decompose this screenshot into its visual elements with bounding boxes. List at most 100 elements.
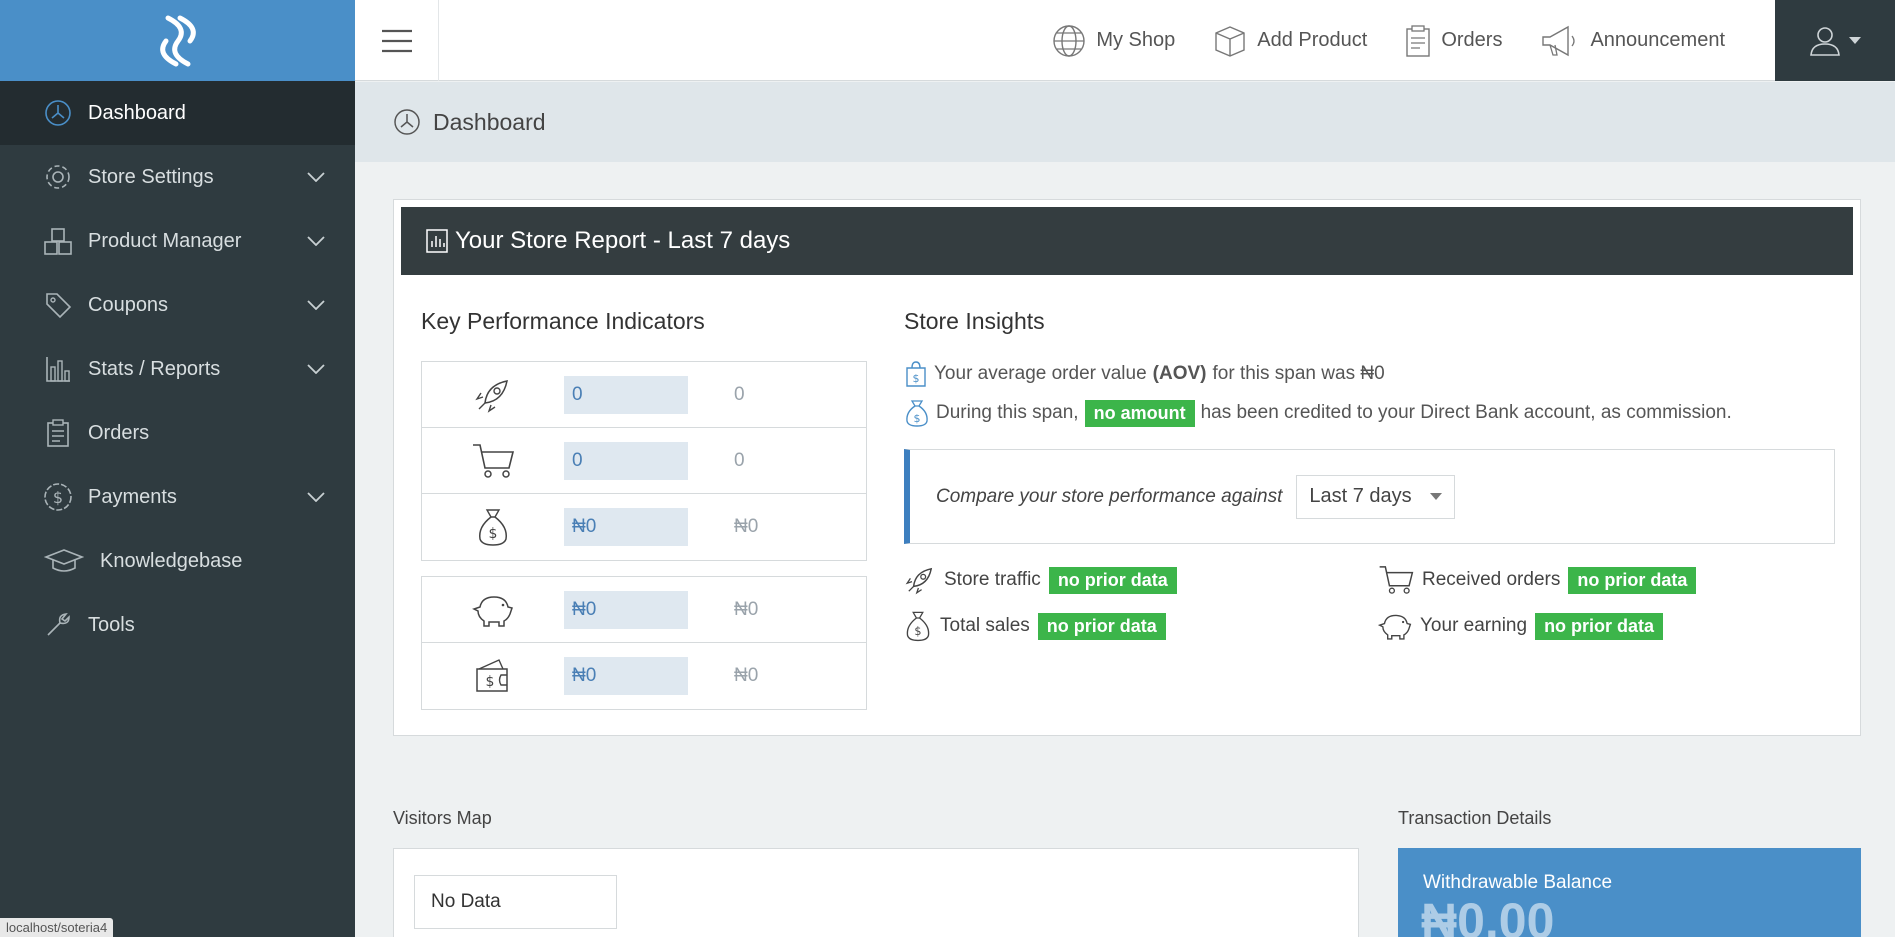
- report-icon: [426, 229, 448, 253]
- topbar: My Shop Add Product Orders Announcement: [355, 0, 1895, 81]
- add-product-link[interactable]: Add Product: [1213, 24, 1367, 58]
- sidebar-item-stats-reports[interactable]: Stats / Reports: [0, 337, 355, 401]
- piggy-bank-icon: [1378, 614, 1412, 640]
- kpi-previous-value: 0: [734, 449, 745, 471]
- compare-label: Compare your store performance against: [936, 485, 1283, 507]
- megaphone-icon: [1542, 25, 1576, 56]
- menu-toggle-button[interactable]: [355, 0, 439, 81]
- svg-text:$: $: [913, 372, 920, 385]
- globe-icon: [1053, 24, 1086, 57]
- cart-icon: [473, 443, 515, 478]
- sidebar-item-store-settings[interactable]: Store Settings: [0, 145, 355, 209]
- sidebar-item-label: Tools: [88, 613, 135, 636]
- stat-your-earning: Your earning no prior data: [1378, 610, 1664, 642]
- wallet-icon: $: [476, 659, 508, 692]
- visitors-map-title: Visitors Map: [393, 808, 492, 828]
- aov-line: $ Your average order value (AOV) for thi…: [904, 360, 1385, 388]
- svg-text:$: $: [53, 488, 63, 507]
- announcement-label: Announcement: [1590, 29, 1725, 51]
- orders-link[interactable]: Orders: [1405, 24, 1502, 58]
- kpi-row-wallet: $ ₦0 ₦0: [422, 643, 866, 709]
- kpi-row-orders: 0 0: [422, 428, 866, 494]
- stat-total-sales: $ Total sales no prior data: [904, 610, 1166, 642]
- aov-bold: (AOV): [1152, 363, 1207, 384]
- sidebar-item-label: Orders: [88, 421, 150, 444]
- stat-store-traffic: Store traffic no prior data: [904, 564, 1177, 596]
- sidebar-item-label: Payments: [88, 485, 177, 508]
- kpi-table-secondary: ₦0 ₦0 $ ₦0 ₦0: [421, 576, 867, 710]
- svg-text:$: $: [486, 674, 495, 690]
- svg-text:$: $: [489, 526, 498, 542]
- rocket-icon: [905, 567, 933, 595]
- bar-chart-icon: [42, 353, 74, 385]
- aov-prefix: Your average order value: [934, 363, 1147, 384]
- user-icon: [1810, 26, 1840, 56]
- announcement-link[interactable]: Announcement: [1540, 24, 1725, 58]
- breadcrumb: Dashboard: [355, 82, 1895, 162]
- sidebar-item-tools[interactable]: Tools: [0, 593, 355, 657]
- commission-line: $ During this span, no amount has been c…: [904, 398, 1732, 428]
- withdrawable-label: Withdrawable Balance: [1423, 872, 1613, 893]
- user-menu-button[interactable]: [1775, 0, 1895, 81]
- kpi-row-earning: ₦0 ₦0: [422, 577, 866, 643]
- kpi-title: Key Performance Indicators: [421, 308, 705, 334]
- logo-icon: [159, 15, 196, 66]
- tag-icon: [42, 289, 74, 321]
- stat-label: Your earning: [1420, 615, 1528, 636]
- sidebar-item-label: Knowledgebase: [100, 549, 243, 572]
- caret-down-icon: [1849, 36, 1861, 44]
- insights-title: Store Insights: [904, 308, 1045, 334]
- caret-down-icon: [1429, 492, 1442, 500]
- money-bag-icon: $: [906, 400, 928, 427]
- transaction-details-title: Transaction Details: [1398, 808, 1552, 828]
- sidebar-item-knowledgebase[interactable]: Knowledgebase: [0, 529, 355, 593]
- piggy-bank-icon: [472, 595, 513, 627]
- page-title: Dashboard: [433, 108, 546, 135]
- stat-received-orders: Received orders no prior data: [1378, 564, 1697, 596]
- store-report-panel: Your Store Report - Last 7 days Key Perf…: [393, 199, 1861, 736]
- orders-label: Orders: [1441, 29, 1503, 51]
- sidebar-item-orders[interactable]: Orders: [0, 401, 355, 465]
- kpi-previous-value: ₦0: [734, 665, 759, 686]
- kpi-current-value: ₦0: [564, 508, 688, 546]
- stat-label: Received orders: [1422, 569, 1561, 590]
- kpi-row-traffic: 0 0: [422, 362, 866, 428]
- aov-suffix: for this span was ₦0: [1212, 363, 1385, 384]
- kpi-current-value: ₦0: [564, 590, 688, 629]
- sidebar-item-label: Coupons: [88, 293, 169, 316]
- kpi-row-sales: $ ₦0 ₦0: [422, 494, 866, 560]
- graduation-cap-icon: [42, 545, 86, 577]
- stat-badge: no prior data: [1037, 612, 1166, 640]
- kpi-previous-value: ₦0: [734, 598, 759, 620]
- no-data-label: No Data: [414, 875, 617, 929]
- sidebar-item-dashboard[interactable]: Dashboard: [0, 81, 355, 145]
- chevron-down-icon: [307, 172, 325, 182]
- svg-text:$: $: [914, 412, 921, 425]
- chevron-down-icon: [307, 364, 325, 374]
- cart-icon: [1379, 566, 1414, 594]
- my-shop-link[interactable]: My Shop: [1052, 24, 1175, 58]
- brand-logo[interactable]: [0, 0, 355, 81]
- sidebar: Dashboard Store Settings Product Manager…: [0, 0, 355, 937]
- clipboard-icon: [1406, 24, 1431, 57]
- chevron-down-icon: [307, 492, 325, 502]
- svg-text:$: $: [914, 625, 921, 638]
- visitors-map-panel: No Data: [393, 848, 1359, 937]
- my-shop-label: My Shop: [1096, 29, 1176, 51]
- sidebar-item-product-manager[interactable]: Product Manager: [0, 209, 355, 273]
- dashboard-icon: [394, 109, 420, 135]
- rocket-icon: [475, 379, 508, 413]
- add-product-label: Add Product: [1257, 29, 1368, 51]
- kpi-current-value: 0: [564, 375, 688, 414]
- sidebar-item-label: Product Manager: [88, 229, 242, 252]
- compare-period-select[interactable]: Last 7 days: [1296, 474, 1455, 519]
- commission-badge: no amount: [1084, 399, 1195, 427]
- stat-badge: no prior data: [1568, 566, 1697, 594]
- kpi-current-value: ₦0: [564, 657, 688, 695]
- sidebar-item-coupons[interactable]: Coupons: [0, 273, 355, 337]
- report-header: Your Store Report - Last 7 days: [401, 207, 1853, 275]
- boxes-icon: [42, 225, 74, 257]
- kpi-current-value: 0: [564, 441, 688, 480]
- commission-prefix: During this span,: [936, 402, 1079, 423]
- sidebar-item-payments[interactable]: $ Payments: [0, 465, 355, 529]
